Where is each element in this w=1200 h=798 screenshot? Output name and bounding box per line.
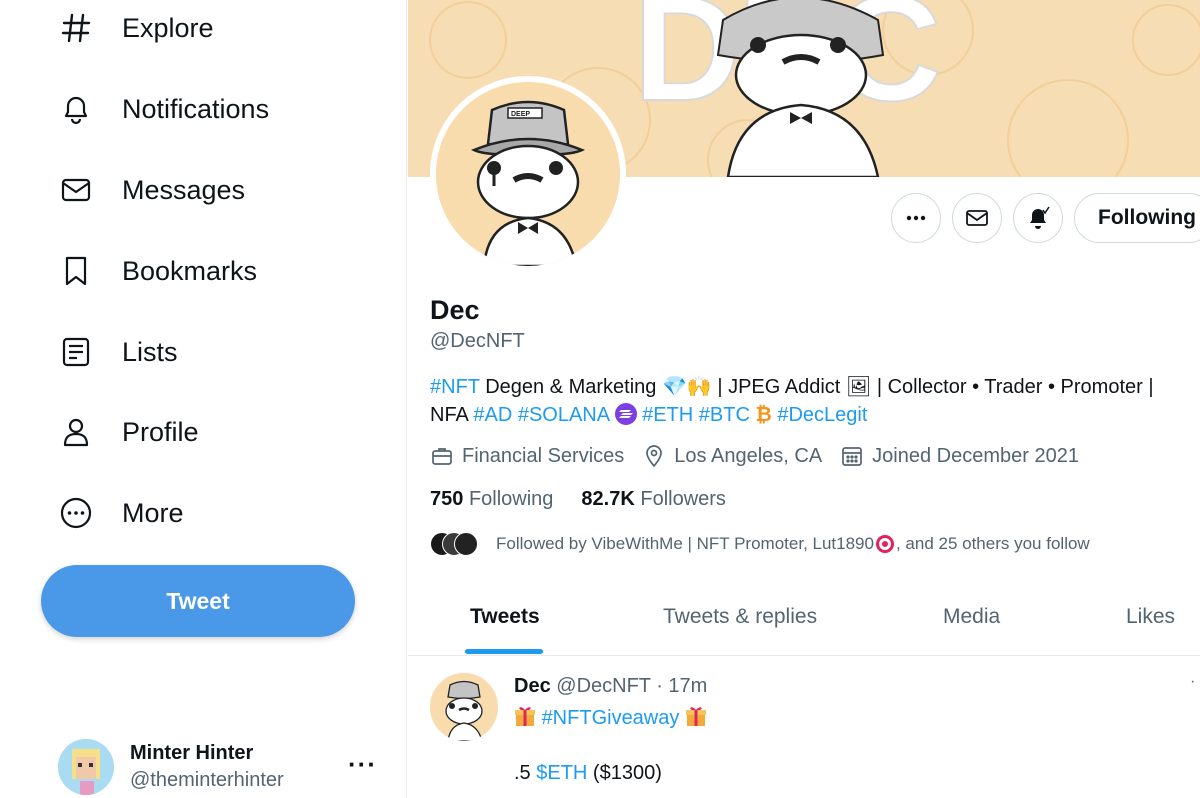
profile-bio: #NFT Degen & Marketing 💎🙌 | JPEG Addict … — [430, 373, 1200, 429]
tweet-text-line-1: #NFTGiveaway — [514, 705, 707, 730]
sidebar: Explore Notifications Messages Bookmarks — [0, 0, 407, 798]
nav-more-label: More — [122, 497, 184, 528]
gift-icon — [515, 707, 535, 726]
followers-count: 82.7K — [581, 488, 635, 510]
meta-joined-label: Joined December 2021 — [872, 444, 1079, 467]
list-icon — [56, 332, 96, 372]
followed-by-avatars — [430, 530, 490, 558]
message-button[interactable] — [952, 193, 1002, 243]
following-count: 750 — [430, 488, 464, 510]
envelope-icon — [56, 170, 96, 210]
calendar-icon — [842, 447, 863, 466]
account-name: Minter Hinter — [130, 741, 254, 764]
nav-explore[interactable]: Explore — [56, 0, 214, 58]
avatar[interactable] — [430, 673, 498, 741]
meta-category-label: Financial Services — [462, 444, 625, 467]
nav-lists[interactable]: Lists — [56, 322, 178, 382]
nav-notifications-label: Notifications — [122, 93, 270, 124]
tweet-hashtag[interactable]: #NFTGiveaway — [542, 707, 680, 729]
tab-tweets[interactable]: Tweets — [470, 605, 540, 629]
followed-by-text-suffix: , and 25 others you follow — [895, 534, 1090, 553]
tweet-cashtag[interactable]: $ETH — [536, 762, 587, 784]
profile-main: DEC DEEP — [408, 0, 1200, 798]
gift-icon — [685, 707, 706, 726]
bio-text-nfa: NFA — [430, 404, 474, 426]
account-more-icon[interactable]: ··· — [348, 749, 377, 780]
following-stat[interactable]: 750 Following — [430, 488, 553, 511]
bio-text-1: Degen & Marketing 💎🙌 | JPEG Addict 🖼 | C… — [479, 376, 1154, 398]
meta-location: Los Angeles, CA — [642, 444, 822, 468]
solana-icon — [615, 403, 638, 425]
person-icon — [56, 412, 96, 452]
nav-explore-label: Explore — [122, 12, 214, 43]
tweet[interactable]: Dec @DecNFT · 17m #NFTGiveaway .5 $ETH (… — [408, 657, 1200, 798]
tweet-text-suffix: ($1300) — [587, 762, 662, 784]
nav-messages[interactable]: Messages — [56, 160, 245, 220]
bio-line-2: NFA #AD #SOLANA #ETH #BTC ₿ #DecLegit — [430, 401, 1200, 429]
followers-stat-label: Followers — [640, 488, 726, 510]
tab-likes[interactable]: Likes — [1126, 605, 1175, 629]
tweet-more-icon[interactable]: · — [1190, 673, 1195, 691]
bio-hashtag-solana[interactable]: #SOLANA — [518, 404, 610, 426]
nav-more[interactable]: More — [56, 483, 184, 543]
tweet-button[interactable]: Tweet — [41, 565, 355, 637]
nav-profile[interactable]: Profile — [56, 402, 199, 462]
bitcoin-icon: ₿ — [755, 404, 772, 426]
profile-avatar[interactable]: DEEP — [430, 76, 626, 272]
tab-tweets-replies[interactable]: Tweets & replies — [663, 605, 817, 629]
nav-bookmarks[interactable]: Bookmarks — [56, 241, 257, 301]
followed-by[interactable]: Followed by VibeWithMe | NFT Promoter, L… — [430, 530, 1090, 558]
target-icon — [875, 535, 894, 553]
meta-joined: Joined December 2021 — [840, 444, 1079, 468]
profile-name: Dec — [430, 295, 480, 325]
location-pin-icon — [646, 445, 663, 468]
bio-hashtag-declegit[interactable]: #DecLegit — [777, 404, 867, 426]
profile-meta: Financial Services Los Angeles, CA Joine… — [430, 444, 1097, 468]
meta-category: Financial Services — [430, 444, 624, 468]
nav-lists-label: Lists — [122, 336, 178, 367]
nav-messages-label: Messages — [122, 174, 246, 205]
nav-notifications[interactable]: Notifications — [56, 79, 269, 139]
bio-hashtag-btc[interactable]: #BTC — [699, 404, 750, 426]
followed-by-text-prefix: Followed by VibeWithMe | NFT Promoter, L… — [496, 534, 874, 553]
account-handle: @theminterhinter — [130, 768, 284, 791]
nav-profile-label: Profile — [122, 416, 199, 447]
bookmark-icon — [56, 251, 96, 291]
more-options-button[interactable] — [891, 193, 941, 243]
tweet-author-name[interactable]: Dec — [514, 675, 551, 697]
bio-hashtag-nft[interactable]: #NFT — [430, 376, 480, 398]
account-switcher[interactable]: Minter Hinter @theminterhinter ··· — [58, 735, 388, 798]
more-dots-icon — [906, 215, 926, 221]
tweet-text-prefix: .5 — [514, 762, 537, 784]
hashtag-icon — [56, 8, 96, 48]
profile-handle: @DecNFT — [430, 330, 525, 352]
briefcase-icon — [432, 448, 452, 465]
tweet-header: Dec @DecNFT · 17m — [514, 675, 707, 698]
tweet-text-line-2: .5 $ETH ($1300) — [514, 762, 662, 785]
bio-hashtag-ad[interactable]: #AD — [473, 404, 512, 426]
bio-line-1: #NFT Degen & Marketing 💎🙌 | JPEG Addict … — [430, 373, 1200, 401]
profile-stats: 750 Following 82.7K Followers — [430, 488, 754, 511]
more-circle-icon — [56, 493, 96, 533]
profile-tabs: Tweets Tweets & replies Media Likes — [408, 590, 1200, 656]
bio-hashtag-eth[interactable]: #ETH — [642, 404, 693, 426]
avatar — [454, 532, 478, 556]
tab-media[interactable]: Media — [943, 605, 1000, 629]
bell-check-icon — [1030, 206, 1050, 229]
bell-icon — [56, 89, 96, 129]
active-tab-indicator — [465, 649, 543, 654]
following-button[interactable]: Following — [1074, 193, 1200, 243]
tweet-meta: @DecNFT · 17m — [556, 675, 708, 697]
envelope-icon — [966, 210, 988, 226]
followers-stat[interactable]: 82.7K Followers — [581, 488, 726, 511]
meta-location-label: Los Angeles, CA — [674, 444, 823, 467]
nav-bookmarks-label: Bookmarks — [122, 255, 258, 286]
avatar-hat-text: DEEP — [511, 111, 530, 118]
avatar — [58, 738, 114, 795]
notify-button[interactable] — [1013, 193, 1063, 243]
following-stat-label: Following — [468, 488, 554, 510]
